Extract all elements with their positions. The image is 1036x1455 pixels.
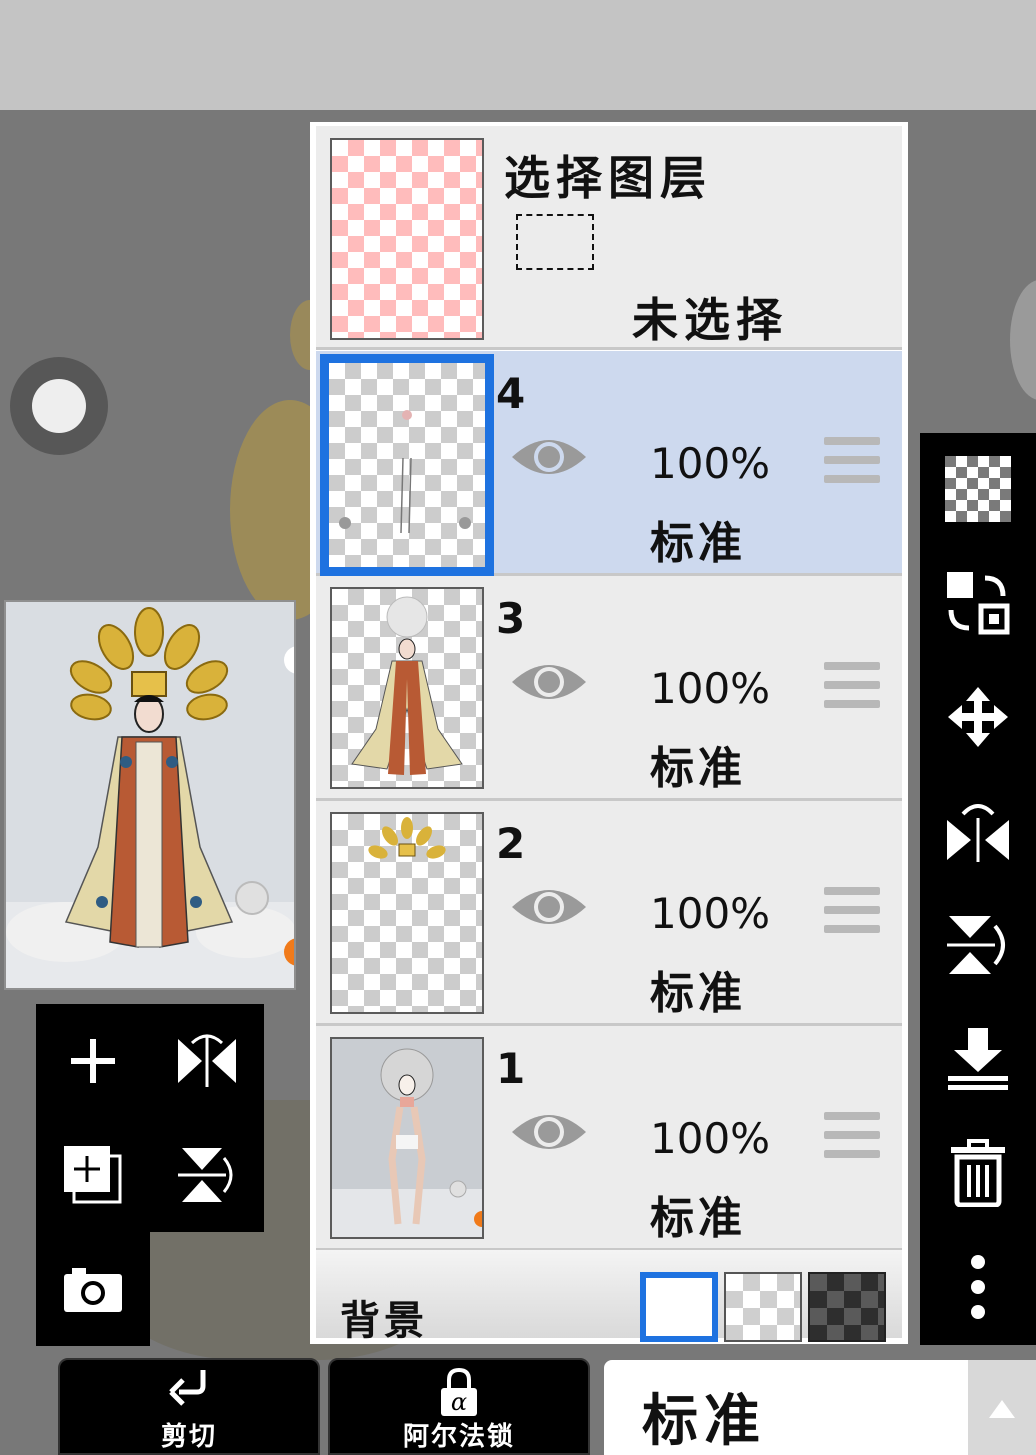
clipping-arrow-icon [169,1370,206,1406]
add-layer-button[interactable] [36,1004,150,1118]
layer-thumbnail [330,1037,484,1239]
clipping-label: 剪切 [160,1422,217,1452]
lock-icon: α [441,1368,477,1416]
layer-drag-handle[interactable] [824,662,880,719]
selection-layer-title: 选择图层 [504,151,712,205]
alpha-lock-button[interactable]: α 阿尔法锁 [328,1358,590,1455]
eye-icon [512,1115,586,1149]
layer-row-1[interactable]: 1 100% 标准 [316,1026,902,1251]
layer-name: 2 [496,819,526,868]
clipping-button[interactable]: 剪切 [58,1358,320,1455]
alpha-lock-label: 阿尔法锁 [402,1422,515,1452]
move-button[interactable] [920,661,1036,773]
brush-size-knob[interactable] [10,357,108,455]
layer-opacity: 100% [650,439,771,488]
selection-status: 未选择 [632,293,788,347]
move-icon [948,687,1008,747]
flip-horizontal-icon [178,1034,236,1087]
duplicate-layer-button[interactable] [36,1118,150,1232]
right-toolbar [920,433,1036,1345]
layer-name: 3 [496,594,526,643]
layer-visibility-toggle[interactable] [510,658,588,710]
flip-vertical-icon [947,916,1005,974]
delete-icon [951,1139,1005,1207]
layer-name: 4 [496,369,526,418]
more-options-button[interactable] [920,1231,1036,1343]
flip-horizontal-icon [947,804,1009,862]
layer-visibility-toggle[interactable] [510,1108,588,1160]
layer-row-2[interactable]: 2 100% 标准 [316,801,902,1026]
merge-down-icon [948,1028,1008,1090]
top-bar [0,0,1036,110]
layer-row-3[interactable]: 3 100% 标准 [316,576,902,801]
blend-mode-dropdown-button[interactable] [968,1360,1036,1455]
layer-name: 1 [496,1044,526,1093]
layer-opacity: 100% [650,664,771,713]
flip-vertical-button[interactable] [920,889,1036,1001]
layer-drag-handle[interactable] [824,437,880,494]
blend-mode-select[interactable]: 标准 [604,1360,968,1455]
layer-visibility-toggle[interactable] [510,883,588,935]
add-layer-icon [71,1039,115,1083]
svg-text:α: α [451,1388,467,1416]
selection-thumbnail [330,138,484,340]
layer-blend-mode: 标准 [650,518,746,569]
triangle-up-icon [989,1399,1015,1418]
background-label: 背景 [340,1298,428,1344]
transparency-button[interactable] [920,433,1036,545]
preview-artwork [6,607,294,988]
camera-icon [64,1268,122,1312]
eye-icon [512,665,586,699]
layer-thumbnail [330,812,484,1014]
layer-opacity: 100% [650,1114,771,1163]
selection-layer-row[interactable]: 选择图层 未选择 [316,126,902,350]
layer-blend-mode: 标准 [650,968,746,1019]
layer-drag-handle[interactable] [824,1112,880,1169]
background-white-option[interactable] [640,1272,718,1342]
canvas-artwork-shape [1010,280,1036,400]
flip-layer-horizontal-button[interactable] [150,1004,264,1118]
more-icon [971,1255,985,1319]
flip-vertical-icon [178,1148,233,1202]
background-row: 背景 [316,1250,902,1344]
flip-layer-vertical-button[interactable] [150,1118,264,1232]
layer-thumbnail [320,354,494,576]
layer-3-thumbnail-art [351,596,463,775]
layer-blend-mode: 标准 [650,1193,746,1244]
flip-horizontal-button[interactable] [920,775,1036,887]
canvas-preview[interactable] [4,600,296,990]
layer-4-thumbnail-art [339,410,471,534]
swap-icon [947,572,1010,635]
layer-opacity: 100% [650,889,771,938]
background-dark-checker-option[interactable] [808,1272,886,1342]
merge-down-button[interactable] [920,1003,1036,1115]
layer-blend-mode: 标准 [650,743,746,794]
delete-layer-button[interactable] [920,1117,1036,1229]
selection-marquee-icon [516,214,594,270]
background-light-checker-option[interactable] [724,1272,802,1342]
swap-layer-button[interactable] [920,547,1036,659]
transparency-icon [945,456,1011,522]
layer-2-thumbnail-art [368,817,446,859]
layer-panel: 选择图层 未选择 4 100% 标准 3 100% 标准 2 100% 标准 1… [310,122,908,1344]
layer-drag-handle[interactable] [824,887,880,944]
layer-row-4[interactable]: 4 100% 标准 [316,351,902,576]
layer-visibility-toggle[interactable] [510,433,588,485]
blend-mode-value: 标准 [642,1389,766,1454]
import-photo-button[interactable] [36,1232,150,1346]
eye-icon [512,890,586,924]
layer-thumbnail [330,587,484,789]
camera-tool-panel [36,1232,150,1346]
layer-tools-panel [36,1004,264,1232]
duplicate-layer-icon [64,1146,122,1204]
eye-icon [512,440,586,474]
layer-1-thumbnail-art [332,1048,482,1237]
